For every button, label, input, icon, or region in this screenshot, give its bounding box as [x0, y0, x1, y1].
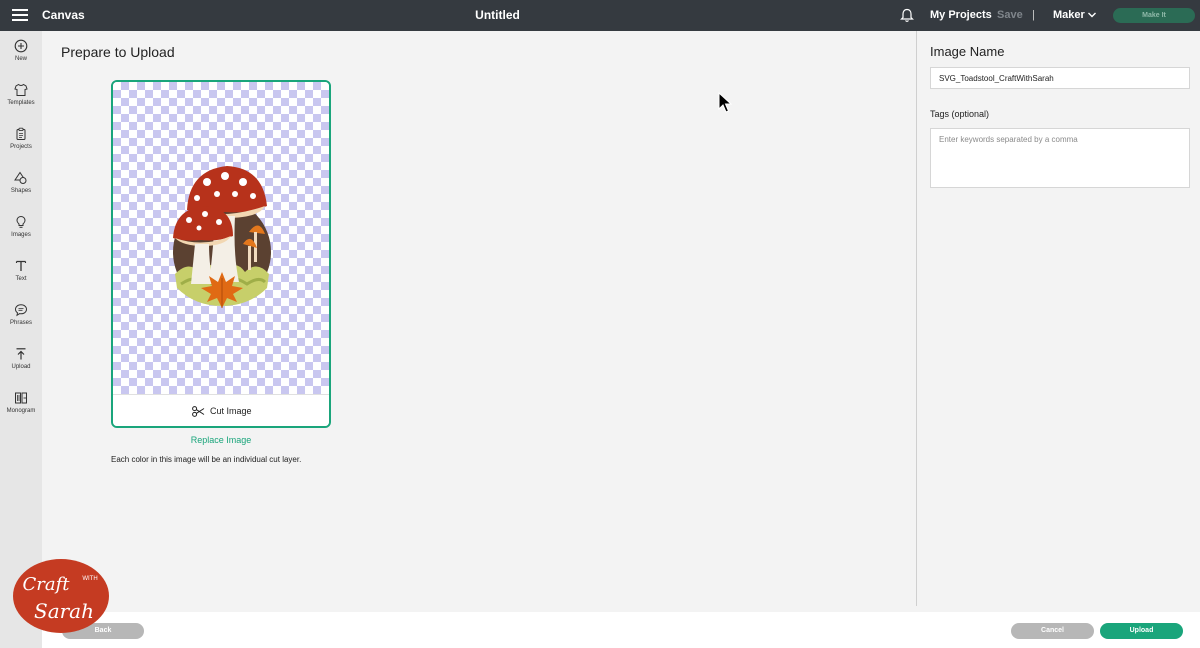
document-title: Untitled: [475, 8, 520, 22]
my-projects-link[interactable]: My Projects: [930, 9, 992, 21]
sidebar-item-label: Monogram: [6, 408, 36, 414]
shapes-icon: [14, 171, 27, 184]
sidebar-item-label: Templates: [7, 100, 35, 106]
tags-input[interactable]: [930, 128, 1190, 188]
cut-layer-info-text: Each color in this image will be an indi…: [111, 455, 302, 464]
logo-text-sarah: Sarah: [34, 599, 94, 623]
craft-with-sarah-logo: Craft WITH Sarah: [13, 559, 109, 633]
monogram-icon: [15, 392, 27, 404]
bell-icon[interactable]: [900, 8, 914, 23]
save-button[interactable]: Save: [997, 9, 1023, 21]
shirt-icon: [14, 83, 28, 96]
sidebar-item-phrases[interactable]: Phrases: [0, 303, 42, 343]
sidebar-item-monogram[interactable]: Monogram: [0, 391, 42, 431]
sidebar-item-new[interactable]: New: [0, 39, 42, 79]
make-it-button[interactable]: Make It: [1113, 8, 1195, 23]
bottom-action-bar: Back Cancel Upload: [42, 612, 1200, 648]
topbar-separator: |: [1032, 9, 1035, 21]
scissors-icon: [192, 406, 205, 417]
cancel-button[interactable]: Cancel: [1011, 623, 1094, 639]
logo-text-with: WITH: [82, 576, 97, 582]
mouse-cursor-icon: [718, 92, 732, 113]
sidebar-item-upload[interactable]: Upload: [0, 347, 42, 387]
sidebar-item-label: Projects: [10, 144, 32, 150]
sidebar-item-shapes[interactable]: Shapes: [0, 171, 42, 211]
image-name-input[interactable]: [930, 67, 1190, 89]
sidebar-item-templates[interactable]: Templates: [0, 83, 42, 123]
sidebar-item-label: New: [14, 56, 27, 62]
tags-label: Tags (optional): [930, 109, 990, 119]
sidebar-item-label: Text: [15, 276, 27, 282]
image-preview-card: Cut Image: [111, 80, 331, 428]
plus-circle-icon: [14, 39, 28, 53]
sidebar-item-label: Phrases: [9, 320, 32, 326]
cut-image-label: Cut Image: [210, 406, 252, 416]
sidebar-item-text[interactable]: Text: [0, 259, 42, 299]
sidebar-item-images[interactable]: Images: [0, 215, 42, 255]
upload-arrow-icon: [16, 348, 26, 360]
chevron-down-icon[interactable]: [1087, 10, 1097, 20]
card-footer: Cut Image: [113, 394, 329, 426]
speech-bubble-icon: [14, 304, 28, 317]
sidebar-item-label: Shapes: [10, 188, 32, 194]
logo-text-craft: Craft: [22, 574, 70, 595]
replace-image-link[interactable]: Replace Image: [111, 435, 331, 445]
sidebar-item-label: Upload: [11, 364, 31, 370]
image-details-panel: Image Name Tags (optional): [916, 31, 1200, 606]
lightbulb-icon: [16, 215, 26, 228]
page-title: Prepare to Upload: [61, 44, 175, 60]
machine-selector[interactable]: Maker: [1053, 9, 1085, 21]
image-name-label: Image Name: [930, 44, 1005, 59]
toadstool-image: [173, 166, 271, 308]
sidebar-item-projects[interactable]: Projects: [0, 127, 42, 167]
sidebar-item-label: Images: [11, 232, 31, 238]
text-icon: [15, 260, 27, 271]
top-bar: Canvas Untitled My Projects Save | Maker…: [0, 0, 1200, 31]
clipboard-icon: [16, 127, 26, 140]
left-sidebar: New Templates Projects Shapes Images Tex…: [0, 31, 42, 648]
upload-button[interactable]: Upload: [1100, 623, 1183, 639]
